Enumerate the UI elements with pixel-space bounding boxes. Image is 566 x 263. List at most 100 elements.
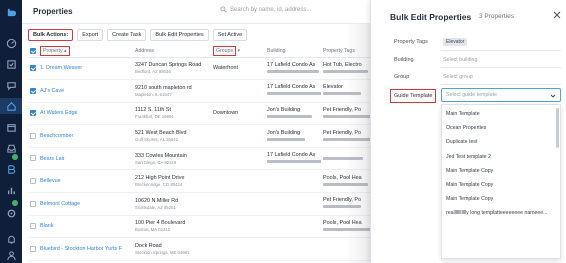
guide-template-option[interactable]: Duplicate test [446, 139, 477, 145]
row-checkbox-cell[interactable] [28, 237, 38, 261]
property-name-cell[interactable]: Bears Lair [38, 147, 133, 171]
property-name-link[interactable]: Bluebird - Stockton Harbor Yurts F [40, 246, 122, 252]
row-checkbox[interactable] [30, 132, 36, 139]
groups-column-label[interactable]: Groups [213, 45, 237, 56]
row-checkbox[interactable] [30, 155, 36, 162]
address-line2: Stockton Springs, ME 04981 [135, 250, 190, 256]
column-header-property[interactable]: Property ▴ [38, 45, 133, 58]
group-select[interactable]: Select group [443, 74, 473, 80]
table-row[interactable]: Beachcomber 521 West Beach Blvd Gulf Shore… [28, 124, 370, 148]
building-label: Building [394, 57, 414, 63]
row-checkbox-cell[interactable] [28, 192, 38, 216]
table-row[interactable]: Blank 100 Pier 4 Boulevard Boston, MA 0221… [28, 215, 370, 239]
row-checkbox[interactable] [30, 200, 36, 207]
property-sort-header[interactable]: Property ▴ [40, 45, 70, 56]
property-name-link[interactable]: AJ's Cave [40, 88, 64, 94]
table-row[interactable]: Bellevue 212 High Point Drive Breckenridge… [28, 169, 370, 194]
guide-template-option[interactable]: reallllllllllly long templatteeeeeeee na… [446, 210, 548, 216]
address-cell: 521 West Beach Blvd Gulf Shores, AL 36542 [133, 124, 211, 148]
property-name-cell[interactable]: Belmont Cottage [38, 192, 133, 216]
calendar-icon[interactable] [5, 121, 17, 133]
logo-icon[interactable] [5, 6, 17, 18]
row-checkbox-cell[interactable] [28, 169, 38, 194]
property-name-link[interactable]: Belmont Cottage [40, 201, 80, 207]
search-bar[interactable]: Search by name, id, address... [220, 6, 311, 13]
address-line2: Frankfurt, DE 19904 [135, 114, 174, 120]
dashboard-icon[interactable] [5, 37, 17, 49]
guide-template-select[interactable]: Select guide template [441, 88, 561, 102]
table-row[interactable]: AJ's Cave 9210 south mapleton rd Mapleton,… [28, 79, 370, 103]
table-row[interactable]: At Waters Edge 1112 S. 11th St Frankfurt, … [28, 102, 370, 126]
settings-icon[interactable] [5, 207, 17, 219]
row-checkbox-cell[interactable] [28, 79, 38, 103]
bulk-edit-properties-button[interactable]: Bulk Edit Properties [150, 28, 209, 41]
address-line1: 1112 S. 11th St [135, 107, 171, 114]
table-row[interactable]: Belmont Cottage 10620 N Miller Rd Scottsda… [28, 192, 370, 216]
search-input[interactable]: Search by name, id, address... [230, 7, 311, 13]
user-icon[interactable] [5, 249, 17, 261]
table-row[interactable]: Bears Lair 333 Cowles Mountain San Diego, … [28, 147, 370, 171]
building-cell-text: 17 Lafield Condo As [267, 152, 316, 159]
row-checkbox-cell[interactable] [28, 124, 38, 148]
property-name-cell[interactable]: Bellevue [38, 169, 133, 194]
bar-chart-icon[interactable] [5, 184, 17, 196]
bulk-edit-panel: Bulk Edit Properties 3 Properties Proper… [370, 0, 566, 263]
property-name-cell[interactable]: Beachcomber [38, 124, 133, 148]
brand-b-icon[interactable] [5, 163, 17, 175]
column-header-address[interactable]: Address [133, 45, 211, 58]
property-name-link[interactable]: Bellevue [40, 178, 61, 184]
guide-template-option[interactable]: Main Template [446, 111, 480, 117]
row-checkbox-cell[interactable] [28, 57, 38, 81]
property-name-cell[interactable]: At Waters Edge [38, 102, 133, 126]
column-header-groups[interactable]: Groups ▾ [211, 45, 265, 58]
guide-template-option[interactable]: Ocean Properties [446, 125, 486, 131]
group-cell [211, 147, 265, 171]
notification-dot-2 [12, 200, 18, 206]
select-all-checkbox[interactable] [30, 47, 36, 54]
table-row[interactable]: Bluebird - Stockton Harbor Yurts F Dock R… [28, 237, 370, 261]
home-icon[interactable] [5, 100, 17, 112]
property-name-link[interactable]: Beachcomber [40, 133, 73, 139]
dropdown-scrollbar[interactable] [556, 108, 559, 148]
property-name-cell[interactable]: Bluebird - Stockton Harbor Yurts F [38, 237, 133, 261]
property-name-link[interactable]: 1. Dream Weaver [40, 65, 82, 71]
messages-icon[interactable] [5, 79, 17, 91]
address-line1: 521 West Beach Blvd [135, 130, 187, 137]
export-button[interactable]: Export [77, 28, 104, 41]
select-all-cell[interactable] [28, 45, 38, 58]
column-header-building[interactable]: Building [265, 45, 321, 58]
create-task-button[interactable]: Create Task [107, 28, 147, 41]
bell-icon[interactable] [5, 233, 17, 245]
address-line1: 10620 N Miller Rd [135, 197, 179, 204]
tasks-icon[interactable] [5, 58, 17, 70]
set-active-button[interactable]: Set Active [212, 28, 248, 41]
row-checkbox[interactable] [30, 178, 36, 185]
inbox-icon[interactable] [5, 142, 17, 154]
row-checkbox[interactable] [30, 245, 36, 252]
property-name-link[interactable]: At Waters Edge [40, 110, 78, 116]
close-icon[interactable] [553, 11, 561, 19]
property-tag-chip[interactable]: Elevator [443, 38, 468, 46]
address-line1: 100 Pier 4 Boulevard [135, 220, 186, 227]
table-row[interactable]: 1. Dream Weaver 3247 Duncan Springs Road B… [28, 57, 370, 81]
property-name-cell[interactable]: 1. Dream Weaver [38, 57, 133, 81]
guide-template-option[interactable]: Main Template Copy [446, 168, 493, 174]
row-checkbox[interactable] [30, 110, 36, 117]
property-name-link[interactable]: Bears Lair [40, 156, 65, 162]
guide-template-option[interactable]: Main Template Copy [446, 182, 493, 188]
group-cell [211, 192, 265, 216]
bulk-actions-button[interactable]: Bulk Actions: [28, 28, 74, 41]
building-select[interactable]: Select building [443, 57, 477, 63]
property-name-link[interactable]: Blank [40, 223, 54, 229]
row-checkbox-cell[interactable] [28, 215, 38, 239]
row-checkbox[interactable] [30, 65, 36, 72]
property-name-cell[interactable]: AJ's Cave [38, 79, 133, 103]
property-name-cell[interactable]: Blank [38, 215, 133, 239]
row-checkbox[interactable] [30, 223, 36, 230]
row-checkbox[interactable] [30, 87, 36, 94]
row-checkbox-cell[interactable] [28, 147, 38, 171]
guide-template-option[interactable]: Jed Test template 2 [446, 154, 491, 160]
guide-template-option[interactable]: Main Template Copy [446, 196, 493, 202]
group-label: Group [394, 74, 410, 80]
row-checkbox-cell[interactable] [28, 102, 38, 126]
